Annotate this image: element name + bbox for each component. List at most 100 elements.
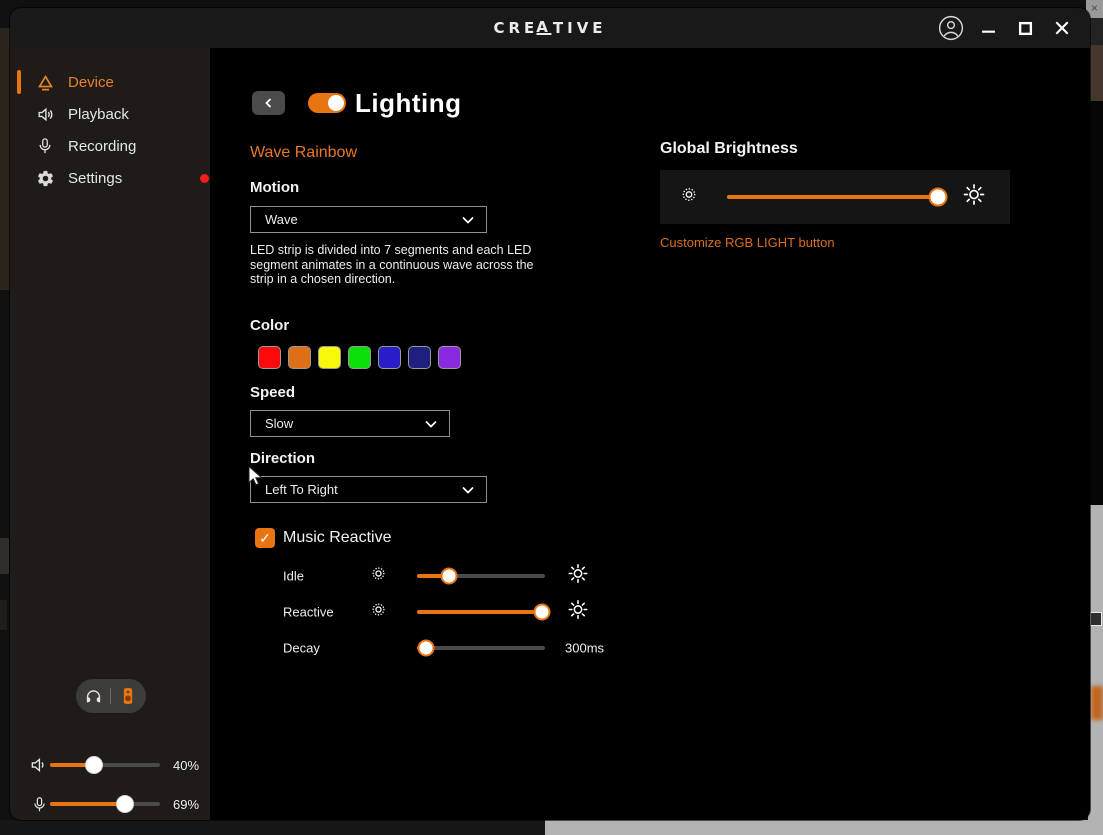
slider-thumb[interactable] <box>441 568 458 585</box>
global-brightness-label: Global Brightness <box>660 140 798 158</box>
microphone-icon <box>35 136 55 156</box>
brightness-low-icon <box>370 565 387 587</box>
logo-triangle-a: A <box>536 22 552 35</box>
brightness-high-icon <box>567 563 589 590</box>
mic-value: 69% <box>173 797 199 812</box>
volume-row: 40% <box>10 753 210 777</box>
sidebar-item-label: Playback <box>68 106 129 123</box>
creative-triangle-icon <box>35 72 55 92</box>
close-icon[interactable] <box>1048 14 1076 42</box>
motion-dropdown[interactable]: Wave <box>250 206 487 233</box>
decay-row: Decay 300ms <box>210 636 630 660</box>
sidebar-item-settings[interactable]: Settings <box>10 162 210 194</box>
sidebar-item-device[interactable]: Device <box>10 66 210 98</box>
active-indicator <box>17 70 21 94</box>
speaker-device-icon[interactable] <box>118 686 138 706</box>
color-swatch-orange[interactable] <box>288 346 311 369</box>
color-swatch-navy[interactable] <box>408 346 431 369</box>
chevron-down-icon <box>425 420 437 428</box>
creative-app-window: CREATIVE <box>10 8 1090 820</box>
music-reactive-label: Music Reactive <box>283 529 391 547</box>
maximize-icon[interactable] <box>1011 14 1039 42</box>
background-window <box>1088 505 1103 835</box>
mic-slider[interactable] <box>50 802 160 806</box>
title-bar: CREATIVE <box>10 8 1090 48</box>
window-controls <box>937 8 1090 48</box>
preset-name: Wave Rainbow <box>250 144 357 162</box>
color-label: Color <box>250 317 289 334</box>
customize-rgb-link[interactable]: Customize RGB LIGHT button <box>660 235 835 250</box>
idle-row: Idle <box>210 564 630 588</box>
idle-label: Idle <box>283 569 304 584</box>
microphone-icon <box>28 793 50 815</box>
sidebar-item-label: Device <box>68 74 114 91</box>
background-fragment <box>0 600 7 630</box>
gear-icon <box>35 168 55 188</box>
brightness-low-icon <box>680 186 698 209</box>
logo-text: CRE <box>493 19 538 37</box>
slider-thumb[interactable] <box>534 604 551 621</box>
headphones-icon[interactable] <box>84 687 103 706</box>
dropdown-value: Wave <box>265 212 462 227</box>
chevron-down-icon <box>462 486 474 494</box>
brightness-high-icon <box>567 599 589 626</box>
color-swatch-purple[interactable] <box>438 346 461 369</box>
music-reactive-checkbox[interactable]: ✓ <box>255 528 275 548</box>
background-fragment <box>1090 101 1103 505</box>
background-window-icon <box>1090 612 1102 626</box>
motion-description: LED strip is divided into 7 segments and… <box>250 243 542 287</box>
minimize-icon[interactable] <box>974 14 1002 42</box>
color-swatch-green[interactable] <box>348 346 371 369</box>
reactive-slider[interactable] <box>417 610 545 614</box>
toggle-knob <box>328 95 344 111</box>
slider-thumb[interactable] <box>929 188 948 207</box>
output-device-toggle[interactable] <box>76 679 146 713</box>
decay-value: 300ms <box>565 641 604 656</box>
slider-thumb[interactable] <box>85 756 103 774</box>
motion-label: Motion <box>250 179 299 196</box>
dropdown-value: Left To Right <box>265 482 462 497</box>
divider <box>110 688 111 704</box>
reactive-row: Reactive <box>210 600 630 624</box>
global-brightness-card <box>660 170 1010 224</box>
brightness-high-icon <box>962 183 986 212</box>
idle-slider[interactable] <box>417 574 545 578</box>
lighting-panel: Lighting Wave Rainbow Motion Wave LED st… <box>210 48 1090 820</box>
dropdown-value: Slow <box>265 416 425 431</box>
decay-slider[interactable] <box>417 646 545 650</box>
color-swatch-blue[interactable] <box>378 346 401 369</box>
sidebar: Device Playback Recording <box>10 48 210 820</box>
logo-text: TIVE <box>553 19 607 37</box>
sidebar-item-label: Settings <box>68 170 122 187</box>
direction-dropdown[interactable]: Left To Right <box>250 476 487 503</box>
color-swatch-red[interactable] <box>258 346 281 369</box>
chevron-down-icon <box>462 216 474 224</box>
speaker-volume-icon <box>28 754 50 776</box>
account-icon[interactable] <box>937 14 965 42</box>
reactive-label: Reactive <box>283 605 334 620</box>
creative-logo: CREATIVE <box>493 8 606 48</box>
global-brightness-slider[interactable] <box>727 195 947 199</box>
sidebar-item-label: Recording <box>68 138 136 155</box>
volume-slider[interactable] <box>50 763 160 767</box>
speaker-icon <box>35 104 55 124</box>
background-fragment <box>0 820 545 835</box>
sidebar-item-playback[interactable]: Playback <box>10 98 210 130</box>
mouse-cursor <box>243 464 267 493</box>
color-swatch-yellow[interactable] <box>318 346 341 369</box>
speed-dropdown[interactable]: Slow <box>250 410 450 437</box>
back-button[interactable] <box>252 91 285 115</box>
background-fragment <box>0 538 9 574</box>
sidebar-item-recording[interactable]: Recording <box>10 130 210 162</box>
page-title: Lighting <box>355 88 462 119</box>
notification-badge <box>200 174 209 183</box>
background-orange-element <box>1091 686 1103 720</box>
slider-thumb[interactable] <box>116 795 134 813</box>
speed-label: Speed <box>250 384 295 401</box>
mic-row: 69% <box>10 792 210 816</box>
brightness-low-icon <box>370 601 387 623</box>
slider-thumb[interactable] <box>417 640 434 657</box>
decay-label: Decay <box>283 641 320 656</box>
lighting-toggle[interactable] <box>308 93 346 113</box>
background-window <box>545 820 1103 835</box>
